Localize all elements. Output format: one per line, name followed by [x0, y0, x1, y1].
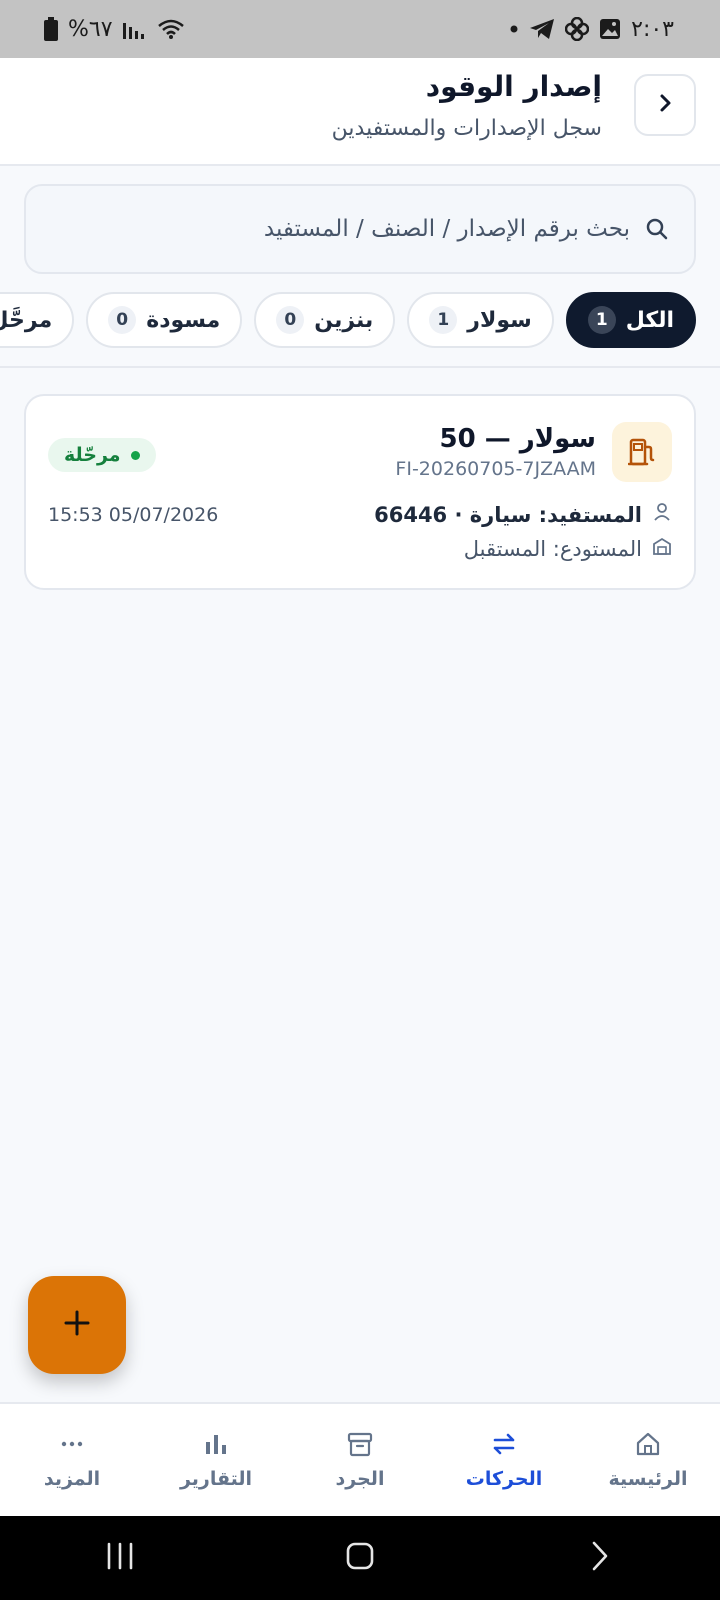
warehouse-row: المستودع: المستقبل [464, 536, 672, 561]
status-dot-icon [130, 450, 140, 460]
system-navigation-bar [0, 1516, 720, 1600]
fan-app-icon [565, 17, 590, 41]
search-box[interactable] [24, 184, 696, 274]
nav-label: المزيد [43, 1468, 101, 1490]
chip-label: مرحَّل [0, 307, 53, 333]
filter-chip-diesel[interactable]: سولار 1 [407, 292, 554, 348]
status-label: مرحّلة [64, 444, 121, 466]
battery-percent: %٦٧ [68, 16, 113, 42]
issue-datetime: 15:53 05/07/2026 [48, 504, 219, 526]
filter-chips-row: الكل 1 سولار 1 بنزين 0 مسودة 0 مرحَّل 1 [0, 290, 720, 368]
filter-chip-gasoline[interactable]: بنزين 0 [254, 292, 396, 348]
nav-label: التقارير [179, 1468, 253, 1490]
nav-transactions[interactable]: الحركات [432, 1404, 576, 1516]
app-header: إصدار الوقود سجل الإصدارات والمستفيدين [0, 58, 720, 166]
chip-label: سولار [467, 307, 532, 333]
beneficiary-text: المستفيد: سيارة · 66446 [374, 502, 642, 527]
archive-box-icon [346, 1430, 374, 1458]
chip-count: 0 [108, 306, 137, 334]
nav-label: الرئيسية [608, 1468, 688, 1490]
nav-reports[interactable]: التقارير [144, 1404, 288, 1516]
nav-inventory[interactable]: الجرد [288, 1404, 432, 1516]
battery-icon [44, 17, 58, 41]
filter-chip-all[interactable]: الكل 1 [565, 292, 696, 348]
telegram-icon [529, 18, 555, 40]
bar-chart-icon [202, 1430, 230, 1458]
page-subtitle: سجل الإصدارات والمستفيدين [331, 116, 602, 141]
chevron-right-icon [654, 92, 676, 118]
transfer-arrows-icon [490, 1430, 518, 1458]
app-screen: %٦٧ ٢:٠٣ إصدار الوقود سجل الإصدارات والم… [0, 0, 720, 1600]
signal-icon [122, 19, 147, 39]
chip-label: مسودة [146, 307, 221, 333]
issue-title: سولار — 50 [439, 424, 597, 454]
nav-home[interactable]: الرئيسية [576, 1404, 720, 1516]
gallery-icon [599, 18, 621, 40]
clock-time: ٢:٠٣ [631, 16, 674, 42]
chip-label: بنزين [314, 307, 374, 333]
back-system-button[interactable] [540, 1540, 660, 1576]
home-square-icon [345, 1541, 375, 1575]
chip-count: 1 [429, 306, 458, 334]
home-system-button[interactable] [300, 1541, 420, 1575]
nav-label: الحركات [465, 1468, 543, 1490]
nav-label: الجرد [335, 1468, 385, 1490]
home-icon [634, 1430, 662, 1458]
more-dots-icon [58, 1430, 86, 1458]
fuel-issue-card[interactable]: سولار — 50 FI-20260705-7JZAAM مرحّلة الم… [24, 394, 696, 590]
chip-label: الكل [625, 307, 674, 333]
nav-more[interactable]: المزيد [0, 1404, 144, 1516]
issue-code: FI-20260705-7JZAAM [395, 458, 596, 480]
chip-count: 0 [276, 306, 305, 334]
warehouse-icon [652, 536, 672, 561]
notification-dot-icon [509, 24, 519, 34]
back-chevron-icon [588, 1540, 612, 1576]
search-input[interactable] [26, 216, 630, 242]
fuel-pump-icon [612, 422, 672, 482]
bottom-navigation: الرئيسية الحركات الجرد التقارير المزيد [0, 1402, 720, 1516]
recent-apps-button[interactable] [60, 1542, 180, 1574]
status-bar-left: %٦٧ [44, 17, 185, 42]
recent-apps-icon [105, 1542, 135, 1574]
warehouse-text: المستودع: المستقبل [463, 536, 642, 561]
status-bar-right: ٢:٠٣ [509, 17, 674, 42]
back-button[interactable] [634, 74, 696, 136]
user-icon [652, 502, 672, 527]
status-bar: %٦٧ ٢:٠٣ [0, 0, 720, 58]
page-title: إصدار الوقود [425, 70, 602, 103]
filter-chips-track: الكل 1 سولار 1 بنزين 0 مسودة 0 مرحَّل 1 [0, 292, 696, 348]
filter-chip-posted[interactable]: مرحَّل 1 [0, 292, 75, 348]
chip-count: 1 [587, 306, 616, 334]
filter-chip-draft[interactable]: مسودة 0 [86, 292, 243, 348]
search-icon [644, 216, 670, 242]
wifi-icon [157, 18, 185, 40]
status-badge: مرحّلة [48, 438, 156, 472]
add-issue-button[interactable] [28, 1276, 126, 1374]
plus-icon [63, 1309, 91, 1341]
beneficiary-row: المستفيد: سيارة · 66446 [374, 502, 672, 527]
